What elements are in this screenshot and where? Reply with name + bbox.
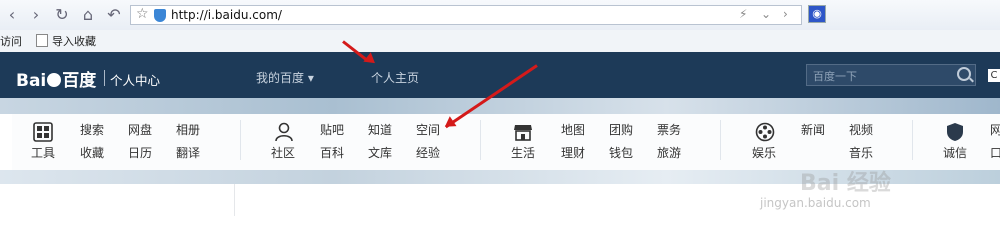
- paw-logo-icon: [47, 73, 62, 87]
- search-engine-icon[interactable]: ◉: [808, 5, 826, 23]
- address-bar[interactable]: ☆ http://i.baidu.com/ ⚡ ⌄ ›: [130, 5, 802, 25]
- group-label-life[interactable]: 生活: [511, 144, 535, 161]
- undo-icon[interactable]: ↶: [104, 4, 124, 24]
- logo-text-cn: 百度: [62, 71, 97, 91]
- menu-divider: [240, 120, 241, 160]
- refresh-icon[interactable]: ↻: [52, 4, 72, 24]
- chevron-down-icon[interactable]: ⌄: [761, 7, 771, 21]
- shop-icon[interactable]: [513, 122, 533, 142]
- grid-icon[interactable]: [33, 122, 53, 142]
- group-label-tools[interactable]: 工具: [31, 144, 55, 161]
- home-icon[interactable]: ⌂: [78, 4, 98, 24]
- film-reel-icon[interactable]: [755, 122, 775, 142]
- menu-item[interactable]: 日历: [128, 144, 152, 161]
- chevron-right-icon[interactable]: ›: [783, 7, 788, 21]
- bookmarks-bar: 访问 导入收藏: [0, 30, 1000, 53]
- menu-item[interactable]: 收藏: [80, 144, 104, 161]
- watermark-url: jingyan.baidu.com: [760, 196, 871, 210]
- menu-item[interactable]: 旅游: [657, 144, 681, 161]
- menu-item[interactable]: 百科: [320, 144, 344, 161]
- import-icon: [36, 34, 48, 47]
- menu-item[interactable]: 文库: [368, 144, 392, 161]
- menu-item[interactable]: 新闻: [801, 121, 825, 138]
- menu-item[interactable]: 视频: [849, 121, 873, 138]
- logo-text: Bai: [16, 71, 47, 91]
- person-icon[interactable]: [274, 122, 294, 142]
- menu-item[interactable]: 搜索: [80, 121, 104, 138]
- group-label-credit[interactable]: 诚信: [943, 144, 967, 161]
- watermark-logo: Bai 经验: [800, 171, 891, 196]
- lightning-icon[interactable]: ⚡: [739, 7, 747, 21]
- menu-item[interactable]: 票务: [657, 121, 681, 138]
- bookmark-import-label: 导入收藏: [52, 35, 96, 48]
- search-input[interactable]: 百度一下: [806, 64, 976, 86]
- menu-divider: [720, 120, 721, 160]
- menu-item[interactable]: 网盘: [128, 121, 152, 138]
- nav-my-baidu-label: 我的百度: [256, 71, 305, 85]
- menu-item[interactable]: 相册: [176, 121, 200, 138]
- menu-item[interactable]: 贴吧: [320, 121, 344, 138]
- menu-item[interactable]: 地图: [561, 121, 585, 138]
- group-label-entertainment[interactable]: 娱乐: [752, 144, 776, 161]
- menu-item[interactable]: 音乐: [849, 144, 873, 161]
- menu-item-space[interactable]: 空间: [416, 121, 440, 138]
- star-icon[interactable]: ☆: [136, 6, 149, 22]
- shield-icon: [154, 9, 166, 22]
- logo-divider: [104, 70, 105, 86]
- bookmark-visit[interactable]: 访问: [0, 33, 22, 49]
- menu-item[interactable]: 知道: [368, 121, 392, 138]
- content-divider: [234, 184, 235, 216]
- group-label-community[interactable]: 社区: [271, 144, 295, 161]
- logo-subtitle: 个人中心: [110, 73, 161, 88]
- bookmark-import[interactable]: 导入收藏: [36, 33, 96, 49]
- search-placeholder: 百度一下: [813, 70, 857, 83]
- url-text[interactable]: http://i.baidu.com/: [171, 8, 282, 22]
- menu-item[interactable]: 钱包: [609, 144, 633, 161]
- menu-divider: [912, 120, 913, 160]
- forward-icon[interactable]: ›: [26, 4, 46, 24]
- shield-badge-icon[interactable]: [945, 122, 965, 142]
- baidu-logo[interactable]: Bai 百度: [16, 66, 96, 91]
- menu-item[interactable]: 经验: [416, 144, 440, 161]
- menu-divider: [480, 120, 481, 160]
- nav-my-baidu[interactable]: 我的百度 ▾: [256, 69, 314, 86]
- banner-strip: [0, 98, 1000, 114]
- menu-item[interactable]: 网: [990, 121, 1000, 138]
- caret-down-icon: ▾: [307, 71, 314, 85]
- menu-item[interactable]: 理财: [561, 144, 585, 161]
- back-icon[interactable]: ‹: [2, 4, 22, 24]
- search-icon[interactable]: [957, 67, 971, 81]
- header-edge-button[interactable]: C: [988, 69, 1000, 82]
- browser-toolbar: ‹ › ↻ ⌂ ↶ ☆ http://i.baidu.com/ ⚡ ⌄ › ◉: [0, 0, 1000, 31]
- menu-item[interactable]: 团购: [609, 121, 633, 138]
- menu-item[interactable]: 口: [990, 144, 1000, 161]
- nav-personal-home[interactable]: 个人主页: [371, 69, 419, 86]
- menu-item[interactable]: 翻译: [176, 144, 200, 161]
